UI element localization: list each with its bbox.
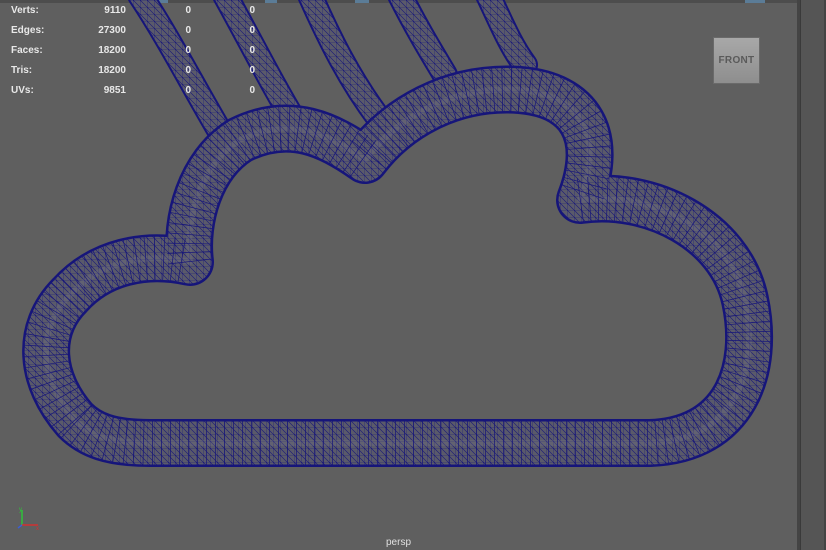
viewport-persp[interactable]: Verts: 9110 0 0 Edges: 27300 0 0 Faces: … (0, 0, 797, 550)
view-cube-front[interactable]: FRONT (713, 37, 760, 84)
hud-value: 0 (249, 65, 255, 76)
hud-row-faces: Faces: 18200 0 0 (0, 45, 270, 59)
hud-label: Edges: (11, 25, 45, 36)
hud-value: 0 (249, 5, 255, 16)
rainbow-tube-mesh (300, 0, 391, 131)
hud-value: 0 (249, 45, 255, 56)
hud-value: 27300 (98, 25, 126, 36)
hud-row-edges: Edges: 27300 0 0 (0, 25, 270, 39)
hud-value: 18200 (98, 45, 126, 56)
hud-value: 0 (185, 65, 191, 76)
hud-row-uvs: UVs: 9851 0 0 (0, 85, 270, 99)
panel-scroll-track[interactable] (800, 0, 824, 550)
hud-value: 0 (249, 25, 255, 36)
hud-value: 0 (185, 25, 191, 36)
hud-row-verts: Verts: 9110 0 0 (0, 5, 270, 19)
hud-value: 0 (249, 85, 255, 96)
hud-value: 0 (185, 5, 191, 16)
poly-count-hud: Verts: 9110 0 0 Edges: 27300 0 0 Faces: … (0, 0, 270, 100)
axis-gizmo-icon: y x (17, 507, 39, 532)
hud-value: 18200 (98, 65, 126, 76)
svg-text:x: x (36, 526, 39, 532)
camera-name-label: persp (385, 537, 411, 548)
hud-value: 9110 (104, 5, 126, 16)
hud-value: 9851 (103, 85, 126, 96)
hud-row-tris: Tris: 18200 0 0 (0, 65, 270, 79)
hud-value: 0 (185, 85, 191, 96)
hud-value: 0 (185, 45, 191, 56)
hud-label: Verts: (11, 5, 39, 16)
hud-label: Faces: (11, 45, 43, 56)
hud-label: Tris: (11, 65, 33, 76)
hud-label: UVs: (11, 85, 34, 96)
cloud-tube-mesh (24, 68, 771, 465)
right-panel-strip[interactable] (797, 0, 826, 550)
svg-text:y: y (19, 507, 22, 513)
